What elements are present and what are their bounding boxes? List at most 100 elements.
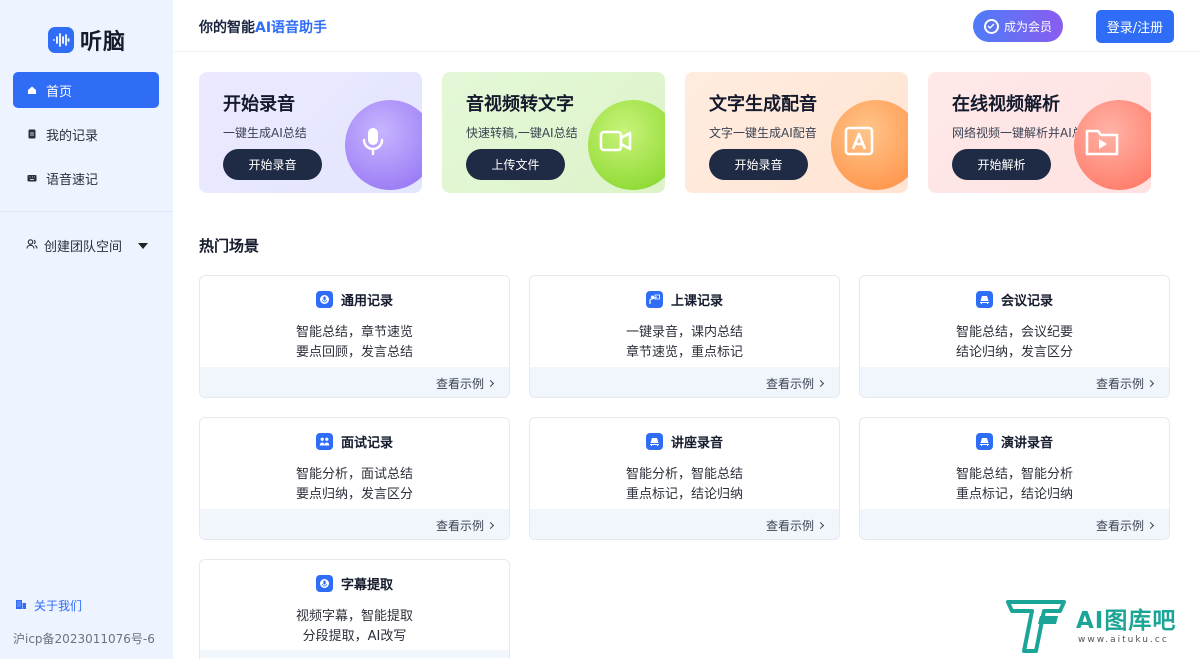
interview-icon (315, 433, 333, 450)
vip-label: 成为会员 (1003, 19, 1052, 34)
scene-card-subtitle[interactable]: 字幕提取 视频字幕，智能提取 分段提取，AI改写 (199, 559, 510, 659)
feature-title: 在线视频解析 (952, 94, 1060, 115)
feature-card-start-recording[interactable]: 开始录音 一键生成AI总结 开始录音 (199, 72, 422, 193)
view-example-link[interactable]: 查看示例 (765, 375, 825, 392)
view-example-link[interactable]: 查看示例 (435, 375, 495, 392)
sidebar-item-label: 语音速记 (46, 172, 99, 188)
start-parsing-button[interactable]: 开始解析 (952, 149, 1051, 180)
watermark-logo-icon (1006, 600, 1066, 653)
scene-desc-line: 结论归纳，发言区分 (955, 345, 1073, 360)
scene-title: 字幕提取 (340, 578, 393, 593)
sidebar-item-home[interactable]: 首页 (13, 72, 159, 108)
view-example-link[interactable]: 查看示例 (435, 517, 495, 534)
scene-header: 上课记录 (530, 290, 839, 309)
scene-title: 面试记录 (340, 436, 393, 451)
about-label: 关于我们 (34, 599, 83, 613)
sound-wave-icon (48, 27, 74, 53)
speech-icon (975, 433, 993, 450)
check-badge-icon (983, 18, 999, 34)
video-camera-icon (588, 100, 665, 190)
scene-title: 通用记录 (340, 294, 393, 309)
tagline: 你的智能AI语音助手 (199, 17, 327, 37)
scene-card-class[interactable]: 上课记录 一键录音，课内总结 章节速览，重点标记 查看示例 (529, 275, 840, 398)
chevron-right-icon (1146, 379, 1155, 388)
scene-title: 演讲录音 (1000, 436, 1053, 451)
view-example-link[interactable]: 查看示例 (1096, 375, 1155, 392)
icp-number[interactable]: 沪icp备2023011076号-6 (13, 630, 155, 647)
chevron-right-icon (486, 379, 495, 388)
view-example-label: 查看示例 (435, 377, 484, 391)
sidebar-item-label: 我的记录 (46, 128, 99, 144)
feature-subtitle: 文字一键生成AI配音 (709, 126, 817, 140)
feature-title: 文字生成配音 (709, 94, 817, 115)
view-example-label: 查看示例 (765, 377, 814, 391)
scene-desc-line: 智能总结，会议纪要 (955, 325, 1073, 340)
sidebar-item-voice-notes[interactable]: 语音速记 (13, 160, 159, 196)
feature-card-av-to-text[interactable]: 音视频转文字 快速转稿,一键AI总结 上传文件 (442, 72, 665, 193)
scene-card-interview[interactable]: 面试记录 智能分析，面试总结 要点归纳，发言区分 查看示例 (199, 417, 510, 540)
scene-card-lecture[interactable]: 讲座录音 智能分析，智能总结 重点标记，结论归纳 查看示例 (529, 417, 840, 540)
scene-footer: 查看示例 (860, 509, 1169, 539)
scene-desc-line: 智能分析，面试总结 (295, 467, 413, 482)
scene-desc-line: 智能总结，智能分析 (955, 467, 1073, 482)
scene-desc-line: 章节速览，重点标记 (625, 345, 743, 360)
scene-card-speech[interactable]: 演讲录音 智能总结，智能分析 重点标记，结论归纳 查看示例 (859, 417, 1170, 540)
team-icon (26, 238, 38, 254)
scene-desc-line: 重点标记，结论归纳 (625, 487, 743, 502)
sidebar: 听脑 首页 我的记录 语音速记 创建团队空间 关于我们 沪icp备2023011… (0, 0, 173, 659)
scene-desc-line: 要点归纳，发言区分 (295, 487, 413, 502)
view-example-label: 查看示例 (435, 519, 484, 533)
app-logo[interactable]: 听脑 (48, 24, 126, 56)
scene-header: 会议记录 (860, 290, 1169, 309)
scene-header: 面试记录 (200, 432, 509, 451)
sidebar-divider (0, 211, 173, 212)
lecture-icon (645, 433, 663, 450)
scene-header: 讲座录音 (530, 432, 839, 451)
feature-title: 音视频转文字 (466, 94, 574, 115)
scene-card-general[interactable]: 通用记录 智能总结，章节速览 要点回顾，发言总结 查看示例 (199, 275, 510, 398)
scene-footer: 查看示例 (200, 367, 509, 397)
feature-subtitle: 快速转稿,一键AI总结 (466, 126, 578, 140)
home-icon (27, 85, 37, 95)
feature-card-online-video[interactable]: 在线视频解析 网络视频一键解析并AI总结 开始解析 (928, 72, 1151, 193)
start-recording-button[interactable]: 开始录音 (709, 149, 808, 180)
chevron-right-icon (486, 521, 495, 530)
top-header: 你的智能AI语音助手 成为会员 登录/注册 (173, 0, 1200, 52)
watermark: AI图库吧 www.aituku.cc (1006, 598, 1194, 656)
teacher-icon (645, 291, 663, 308)
letter-a-icon (831, 100, 908, 190)
tagline-prefix: 你的智能 (199, 20, 255, 36)
watermark-text: AI图库吧 (1076, 608, 1177, 634)
view-example-link[interactable]: 查看示例 (1095, 517, 1155, 534)
sidebar-nav: 首页 我的记录 语音速记 (13, 72, 159, 204)
scene-card-meeting[interactable]: 会议记录 智能总结，会议纪要 结论归纳，发言区分 查看示例 (859, 275, 1170, 398)
microphone-icon (345, 100, 422, 190)
scene-title: 会议记录 (1000, 294, 1053, 309)
scene-footer (200, 650, 509, 658)
sidebar-item-my-records[interactable]: 我的记录 (13, 116, 159, 152)
watermark-url: www.aituku.cc (1078, 635, 1169, 645)
scene-desc-line: 重点标记，结论归纳 (955, 487, 1073, 502)
chevron-right-icon (816, 379, 825, 388)
scene-header: 演讲录音 (860, 432, 1169, 451)
feature-card-text-to-voice[interactable]: 文字生成配音 文字一键生成AI配音 开始录音 (685, 72, 908, 193)
create-team-dropdown[interactable]: 创建团队空间 (26, 236, 148, 255)
become-member-button[interactable]: 成为会员 (973, 10, 1063, 42)
feature-title: 开始录音 (223, 94, 295, 115)
login-register-button[interactable]: 登录/注册 (1096, 10, 1174, 43)
about-us-link[interactable]: 关于我们 (15, 597, 82, 614)
tagline-ai: AI语音助手 (255, 20, 328, 36)
scene-header: 字幕提取 (200, 574, 509, 593)
sidebar-item-label: 首页 (46, 84, 73, 100)
scene-desc-line: 要点回顾，发言总结 (295, 345, 413, 360)
play-folder-icon (1074, 100, 1151, 190)
view-example-link[interactable]: 查看示例 (766, 517, 825, 534)
view-example-label: 查看示例 (1095, 519, 1144, 533)
app-name: 听脑 (80, 30, 127, 55)
scene-footer: 查看示例 (530, 509, 839, 539)
team-label: 创建团队空间 (44, 240, 123, 255)
start-recording-button[interactable]: 开始录音 (223, 149, 322, 180)
subtitle-icon (315, 575, 333, 592)
scene-desc-line: 智能分析，智能总结 (625, 467, 743, 482)
upload-file-button[interactable]: 上传文件 (466, 149, 565, 180)
